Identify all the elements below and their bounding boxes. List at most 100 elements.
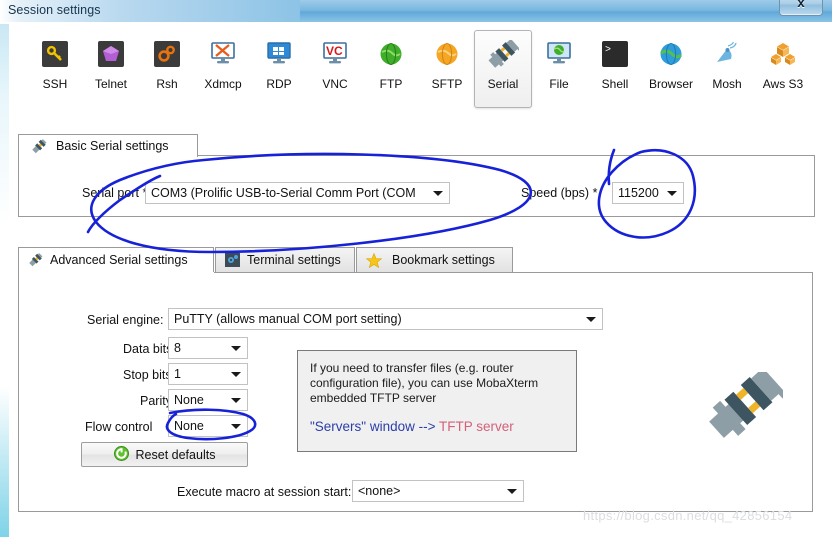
close-icon: x xyxy=(797,0,805,10)
session-type-toolbar: SSH Telnet Rsh Xdmcp RDP V C VNC FTP SFTP Serial Fi… xyxy=(9,24,832,110)
toolbar-item-rdp[interactable]: RDP xyxy=(250,30,308,108)
serial-port-value: COM3 (Prolific USB-to-Serial Comm Port (… xyxy=(151,186,416,200)
mosh-satellite-icon xyxy=(699,31,755,77)
watermark-text: https://blog.csdn.net/qq_42856154 xyxy=(583,508,793,523)
ftp-globe-icon xyxy=(363,31,419,77)
toolbar-item-label: SSH xyxy=(42,77,68,91)
aws-s3-boxes-icon xyxy=(755,31,811,77)
tab-terminal-settings-label: Terminal settings xyxy=(247,253,341,267)
toolbar-item-label: VNC xyxy=(322,77,348,91)
flow-control-value: None xyxy=(174,419,204,433)
sftp-globe-icon xyxy=(419,31,475,77)
toolbar-item-label: SFTP xyxy=(431,77,463,91)
toolbar-item-ssh[interactable]: SSH xyxy=(26,30,84,108)
speed-label: Speed (bps) * xyxy=(521,186,598,200)
star-icon xyxy=(365,252,383,271)
telnet-gem-icon xyxy=(83,31,139,77)
stop-bits-label: Stop bits xyxy=(123,368,172,382)
tabpanel-seam-mask xyxy=(19,272,214,274)
chevron-down-icon xyxy=(507,489,517,494)
serial-port-label: Serial port * xyxy=(82,186,148,200)
shell-prompt-icon: > xyxy=(587,31,643,77)
toolbar-item-label: File xyxy=(549,77,569,91)
vnc-monitor-icon: VC xyxy=(307,31,363,77)
toolbar-item-telnet[interactable]: Telnet xyxy=(82,30,140,108)
tftp-info-box: If you need to transfer files (e.g. rout… xyxy=(297,350,577,452)
serial-port-select[interactable]: COM3 (Prolific USB-to-Serial Comm Port (… xyxy=(145,182,450,204)
flow-control-select[interactable]: None xyxy=(168,415,248,437)
tab-bookmark-settings-label: Bookmark settings xyxy=(392,253,495,267)
chevron-down-icon xyxy=(231,346,241,351)
toolbar-item-label: Mosh xyxy=(712,77,742,91)
serial-engine-select[interactable]: PuTTY (allows manual COM port setting) xyxy=(168,308,603,330)
speed-value: 115200 xyxy=(618,186,659,200)
svg-text:C: C xyxy=(334,44,343,58)
tab-terminal-settings[interactable]: Terminal settings xyxy=(215,247,355,273)
settings-tabstrip: Advanced Serial settings Terminal settin… xyxy=(18,247,813,273)
speed-select[interactable]: 115200 xyxy=(612,182,684,204)
tab-advanced-serial-settings-label: Advanced Serial settings xyxy=(50,253,188,267)
chevron-down-icon xyxy=(433,191,443,196)
toolbar-item-rsh[interactable]: Rsh xyxy=(138,30,196,108)
close-button[interactable]: x xyxy=(779,0,823,16)
toolbar-item-serial[interactable]: Serial xyxy=(474,30,532,108)
window-left-edge xyxy=(0,0,9,537)
tftp-info-link: "Servers" window --> TFTP server xyxy=(310,419,564,434)
tftp-link-prefix: "Servers" window --> xyxy=(310,419,440,434)
toolbar-item-label: Aws S3 xyxy=(762,77,804,91)
toolbar-item-label: Shell xyxy=(601,77,629,91)
rsh-gears-icon xyxy=(139,31,195,77)
tab-advanced-serial-settings[interactable]: Advanced Serial settings xyxy=(18,247,214,273)
toolbar-item-file[interactable]: File xyxy=(530,30,588,108)
serial-plug-large-icon xyxy=(705,363,788,441)
toolbar-item-mosh[interactable]: Mosh xyxy=(698,30,756,108)
execute-macro-value: <none> xyxy=(358,484,401,498)
toolbar-item-aws-s3[interactable]: Aws S3 xyxy=(754,30,812,108)
ssh-key-icon xyxy=(27,31,83,77)
toolbar-item-vnc[interactable]: V C VNC xyxy=(306,30,364,108)
serial-plug-icon xyxy=(475,31,531,77)
stop-bits-value: 1 xyxy=(174,367,181,381)
toolbar-item-label: Telnet xyxy=(94,77,128,91)
chevron-down-icon xyxy=(231,424,241,429)
data-bits-value: 8 xyxy=(174,341,181,355)
chevron-down-icon xyxy=(231,398,241,403)
reset-defaults-button[interactable]: Reset defaults xyxy=(81,442,248,467)
basic-serial-settings-label: Basic Serial settings xyxy=(56,139,169,153)
toolbar-item-label: Serial xyxy=(487,77,519,91)
chevron-down-icon xyxy=(667,191,677,196)
svg-text:>: > xyxy=(605,45,611,56)
stop-bits-select[interactable]: 1 xyxy=(168,363,248,385)
toolbar-item-shell[interactable]: > Shell xyxy=(586,30,644,108)
serial-engine-value: PuTTY (allows manual COM port setting) xyxy=(174,312,402,326)
parity-select[interactable]: None xyxy=(168,389,248,411)
tftp-info-text: If you need to transfer files (e.g. rout… xyxy=(310,361,539,405)
reset-defaults-label: Reset defaults xyxy=(135,447,216,462)
toolbar-item-ftp[interactable]: FTP xyxy=(362,30,420,108)
tab-bookmark-settings[interactable]: Bookmark settings xyxy=(356,247,513,273)
toolbar-item-browser[interactable]: Browser xyxy=(642,30,700,108)
data-bits-select[interactable]: 8 xyxy=(168,337,248,359)
rdp-monitor-icon xyxy=(251,31,307,77)
execute-macro-select[interactable]: <none> xyxy=(352,480,524,502)
toolbar-item-label: Browser xyxy=(648,77,693,91)
toolbar-item-label: RDP xyxy=(266,77,292,91)
data-bits-label: Data bits xyxy=(123,342,173,356)
reset-circle-icon xyxy=(113,445,129,464)
chevron-down-icon xyxy=(586,317,596,322)
window-title: Session settings xyxy=(8,3,101,17)
browser-globe-icon xyxy=(643,31,699,77)
xdmcp-x-icon xyxy=(195,31,251,77)
parity-value: None xyxy=(174,393,204,407)
tab-seam-mask xyxy=(19,154,197,156)
serial-plug-icon xyxy=(28,253,43,270)
tftp-link-target: TFTP server xyxy=(439,419,514,434)
chevron-down-icon xyxy=(231,372,241,377)
window-titlebar: Session settings x xyxy=(0,0,832,22)
toolbar-item-label: Rsh xyxy=(156,77,178,91)
svg-text:V: V xyxy=(326,44,334,58)
flow-control-label: Flow control xyxy=(85,420,153,434)
terminal-gear-icon xyxy=(225,253,240,270)
toolbar-item-sftp[interactable]: SFTP xyxy=(418,30,476,108)
toolbar-item-xdmcp[interactable]: Xdmcp xyxy=(194,30,252,108)
